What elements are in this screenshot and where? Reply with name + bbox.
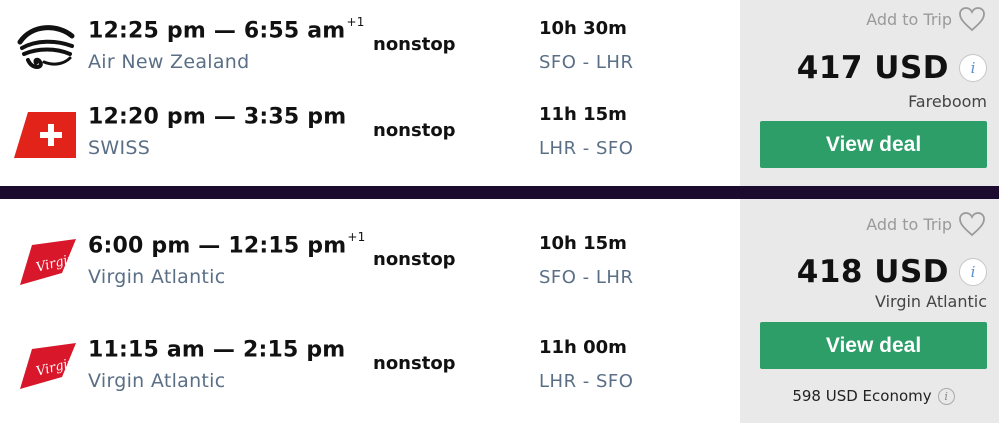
flight-leg-return: Virgin 11:15 am — 2:15 pm Virgin Atlanti… <box>0 337 740 407</box>
flight-duration: 11h 15m <box>539 104 627 125</box>
stops-label: nonstop <box>373 353 456 374</box>
stops-label: nonstop <box>373 249 456 270</box>
airline-name: Air New Zealand <box>88 51 250 73</box>
result-card[interactable]: 12:25 pm — 6:55 am+1 Air New Zealand non… <box>0 0 999 186</box>
airline-name: Virgin Atlantic <box>88 266 226 288</box>
air-new-zealand-logo <box>14 20 78 76</box>
alternate-fare[interactable]: 598 USD Economy i <box>760 387 987 405</box>
price-row: 418 USD i <box>797 254 987 290</box>
flight-times: 12:20 pm — 3:35 pm <box>88 104 347 130</box>
stops-label: nonstop <box>373 34 456 55</box>
alternate-fare-label: 598 USD Economy <box>792 387 932 405</box>
airline-name: SWISS <box>88 137 151 159</box>
price: 417 USD <box>796 50 949 86</box>
info-icon[interactable]: i <box>959 258 987 286</box>
flight-duration: 10h 15m <box>539 233 627 254</box>
info-icon[interactable]: i <box>959 54 987 82</box>
result-divider <box>0 186 999 199</box>
heart-icon <box>959 7 985 32</box>
stops-label: nonstop <box>373 120 456 141</box>
result-card[interactable]: Virgin 6:00 pm — 12:15 pm+1 Virgin Atlan… <box>0 199 999 423</box>
add-to-trip-label: Add to Trip <box>866 214 952 234</box>
day-offset: +1 <box>346 15 365 29</box>
price: 418 USD <box>796 254 949 290</box>
flight-leg-return: 12:20 pm — 3:35 pm SWISS nonstop 11h 15m… <box>0 104 740 174</box>
info-icon[interactable]: i <box>937 387 955 405</box>
virgin-atlantic-logo: Virgin <box>14 339 78 395</box>
view-deal-button[interactable]: View deal <box>760 322 987 369</box>
flight-route: SFO - LHR <box>539 52 634 73</box>
virgin-atlantic-logo: Virgin <box>14 235 78 291</box>
heart-icon <box>959 212 985 237</box>
swiss-logo <box>14 106 78 162</box>
price-row: 417 USD i <box>797 50 987 86</box>
provider-name: Virgin Atlantic <box>874 292 987 311</box>
flight-route: LHR - SFO <box>539 138 634 159</box>
flight-duration: 10h 30m <box>539 18 627 39</box>
flight-duration: 11h 00m <box>539 337 627 358</box>
add-to-trip-button[interactable]: Add to Trip <box>866 6 986 32</box>
flight-times: 6:00 pm — 12:15 pm+1 <box>88 230 366 259</box>
flight-times: 11:15 am — 2:15 pm <box>88 337 346 363</box>
add-to-trip-label: Add to Trip <box>866 9 952 29</box>
flight-route: LHR - SFO <box>539 371 634 392</box>
view-deal-button[interactable]: View deal <box>760 121 987 168</box>
airline-name: Virgin Atlantic <box>88 370 226 392</box>
flight-leg-outbound: 12:25 pm — 6:55 am+1 Air New Zealand non… <box>0 15 740 88</box>
day-offset: +1 <box>347 230 366 244</box>
flight-route: SFO - LHR <box>539 267 634 288</box>
add-to-trip-button[interactable]: Add to Trip <box>866 211 986 237</box>
flight-leg-outbound: Virgin 6:00 pm — 12:15 pm+1 Virgin Atlan… <box>0 230 740 303</box>
flight-times: 12:25 pm — 6:55 am+1 <box>88 15 365 44</box>
provider-name: Fareboom <box>908 92 987 111</box>
